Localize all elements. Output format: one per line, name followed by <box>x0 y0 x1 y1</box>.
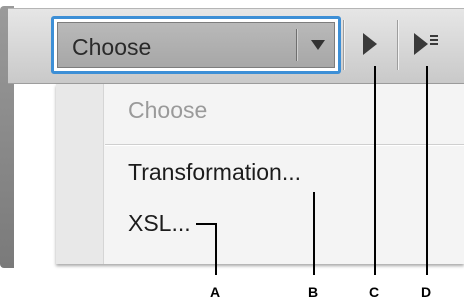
transform-dropdown[interactable]: Choose <box>51 16 341 74</box>
callout-label-d: D <box>421 284 432 300</box>
dropdown-menu: Choose Transformation... XSL... <box>56 84 464 264</box>
menu-item-transformation[interactable]: Transformation... <box>128 159 301 186</box>
run-transform-button[interactable] <box>349 20 389 70</box>
callout-label-a: A <box>210 284 221 300</box>
callout-line-b <box>313 192 315 275</box>
run-options-button[interactable] <box>404 20 444 70</box>
toolbar-separator <box>343 20 344 70</box>
callout-line-a <box>196 223 217 225</box>
play-with-menu-icon <box>414 33 428 55</box>
toolbar-separator <box>397 20 398 70</box>
menu-gutter <box>56 84 104 264</box>
callout-line-d <box>426 66 428 275</box>
dropdown-field[interactable]: Choose <box>57 22 335 68</box>
menu-lines-icon <box>430 35 438 45</box>
dropdown-divider <box>296 29 297 61</box>
callout-line-c <box>374 66 376 275</box>
dropdown-value: Choose <box>72 34 152 60</box>
callout-line-a <box>215 223 217 275</box>
menu-item-xsl[interactable]: XSL... <box>128 210 191 237</box>
play-icon <box>363 33 377 55</box>
chevron-down-icon[interactable] <box>311 40 325 50</box>
menu-item-choose: Choose <box>128 97 208 123</box>
callout-label-b: B <box>308 284 319 300</box>
menu-separator <box>105 144 464 145</box>
callout-label-c: C <box>369 284 380 300</box>
